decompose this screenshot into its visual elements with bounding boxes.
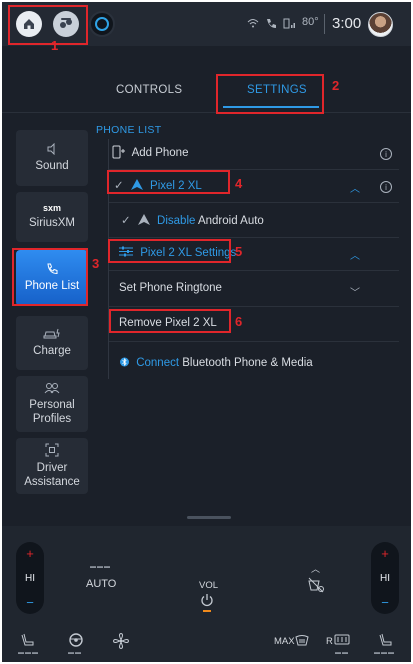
collapse-device-icon[interactable]: ︿ (350, 180, 360, 195)
ringtone-row[interactable]: Set Phone Ringtone (119, 282, 222, 294)
bluetooth-icon (120, 357, 129, 367)
cellular-signal-icon (283, 18, 295, 29)
row-divider (109, 270, 399, 271)
sxm-logo: sxm (42, 203, 61, 214)
alexa-icon (95, 17, 109, 31)
driver-temp-down-icon[interactable]: − (26, 595, 34, 610)
ringtone-label: Set Phone Ringtone (119, 282, 222, 294)
annotation-label-6: 6 (235, 314, 243, 329)
annotation-label-1: 1 (51, 38, 59, 53)
android-auto-icon (137, 214, 150, 225)
phone-list-heading: PHONE LIST (96, 124, 162, 136)
row-divider (109, 202, 399, 203)
passenger-temp-value: HI (380, 572, 390, 584)
heated-seat-level: ▬▬▬ (18, 650, 39, 656)
driver-temp-up-icon[interactable]: + (26, 546, 34, 561)
passenger-temp-down-icon[interactable]: − (381, 595, 389, 610)
passenger-seat-icon[interactable] (378, 632, 394, 648)
android-auto-check-icon: ✓ (121, 215, 131, 227)
volume-label: VOL (199, 580, 219, 591)
power-icon[interactable] (200, 593, 214, 607)
annotation-box-2 (216, 74, 324, 114)
fan-icon[interactable] (112, 632, 130, 650)
defrost-auto-up-icon: ︿ (311, 564, 321, 574)
collapse-settings-icon[interactable]: ︿ (350, 247, 360, 262)
add-phone-label: Add Phone (131, 147, 189, 159)
siriusxm-nav-label: SiriusXM (28, 217, 75, 229)
driver-assistance-nav-label: Driver Assistance (24, 461, 80, 488)
clock: 3:00 (332, 15, 362, 32)
android-auto-action[interactable]: Disable (157, 215, 195, 227)
annotation-box-3 (12, 248, 88, 306)
annotation-box-4 (107, 170, 230, 194)
personal-profiles-nav[interactable]: Personal Profiles (16, 376, 88, 432)
fan-level-indicator: ▬▬▬ (90, 564, 111, 570)
scroll-handle[interactable] (187, 516, 231, 519)
max-defrost-label[interactable]: MAX (274, 636, 295, 647)
add-phone-row[interactable]: Add Phone (111, 145, 188, 159)
android-auto-label: Android Auto (197, 215, 264, 227)
heated-seat-icon[interactable] (20, 632, 36, 648)
annotation-label-4: 4 (235, 176, 243, 191)
driver-assist-icon (45, 443, 59, 457)
connect-label: Bluetooth Phone & Media (182, 357, 313, 369)
auto-defog-icon[interactable] (307, 576, 325, 594)
profile-avatar[interactable] (368, 12, 393, 37)
profiles-icon (44, 382, 60, 394)
tab-divider (2, 112, 411, 113)
rear-defrost-icon[interactable] (334, 634, 350, 646)
volume-indicator (203, 610, 211, 612)
annotation-box-6 (109, 309, 231, 333)
siriusxm-nav[interactable]: sxm SiriusXM (16, 192, 88, 242)
status-separator (324, 14, 325, 34)
alexa-button[interactable] (89, 11, 115, 37)
heated-wheel-level: ▬▬ (68, 650, 82, 656)
connect-action[interactable]: Connect (136, 357, 179, 369)
heated-wheel-icon[interactable] (68, 632, 84, 648)
driver-temp-value: HI (25, 572, 35, 584)
device-info-icon[interactable]: i (380, 181, 392, 193)
outside-temperature: 80° (302, 16, 319, 28)
annotation-label-3: 3 (92, 256, 100, 271)
android-auto-row[interactable]: ✓ Disable Android Auto (121, 213, 264, 227)
sound-nav[interactable]: Sound (16, 130, 88, 186)
connect-bluetooth-row[interactable]: Connect Bluetooth Phone & Media (120, 356, 313, 369)
wifi-icon (247, 19, 259, 28)
passenger-temp-up-icon[interactable]: + (381, 546, 389, 561)
row-divider (109, 237, 399, 238)
annotation-box-1 (8, 5, 88, 45)
row-divider (109, 306, 399, 307)
add-phone-icon (112, 145, 125, 159)
add-phone-info-icon[interactable]: i (380, 148, 392, 160)
expand-ringtone-icon[interactable]: ﹀ (350, 284, 360, 299)
fan-auto-button[interactable]: AUTO (86, 578, 116, 590)
charge-nav[interactable]: Charge (16, 316, 88, 370)
annotation-box-5 (108, 239, 231, 263)
front-defrost-icon[interactable] (295, 634, 309, 646)
annotation-label-5: 5 (235, 244, 243, 259)
controls-tab[interactable]: CONTROLS (116, 84, 182, 96)
driver-temp-control[interactable]: + HI − (16, 542, 44, 614)
rear-defrost-label[interactable]: R (326, 636, 333, 647)
passenger-temp-control[interactable]: + HI − (371, 542, 399, 614)
charge-icon (43, 328, 60, 339)
passenger-seat-level: ▬▬▬ (374, 650, 395, 656)
row-divider (109, 341, 399, 342)
personal-profiles-nav-label: Personal Profiles (29, 398, 75, 425)
phone-signal-icon (267, 19, 276, 28)
charge-nav-label: Charge (33, 344, 71, 357)
speaker-icon (47, 142, 55, 155)
annotation-label-2: 2 (332, 78, 340, 93)
sound-nav-label: Sound (35, 159, 69, 172)
rear-defrost-level: ▬▬ (335, 650, 349, 656)
driver-assistance-nav[interactable]: Driver Assistance (16, 438, 88, 494)
